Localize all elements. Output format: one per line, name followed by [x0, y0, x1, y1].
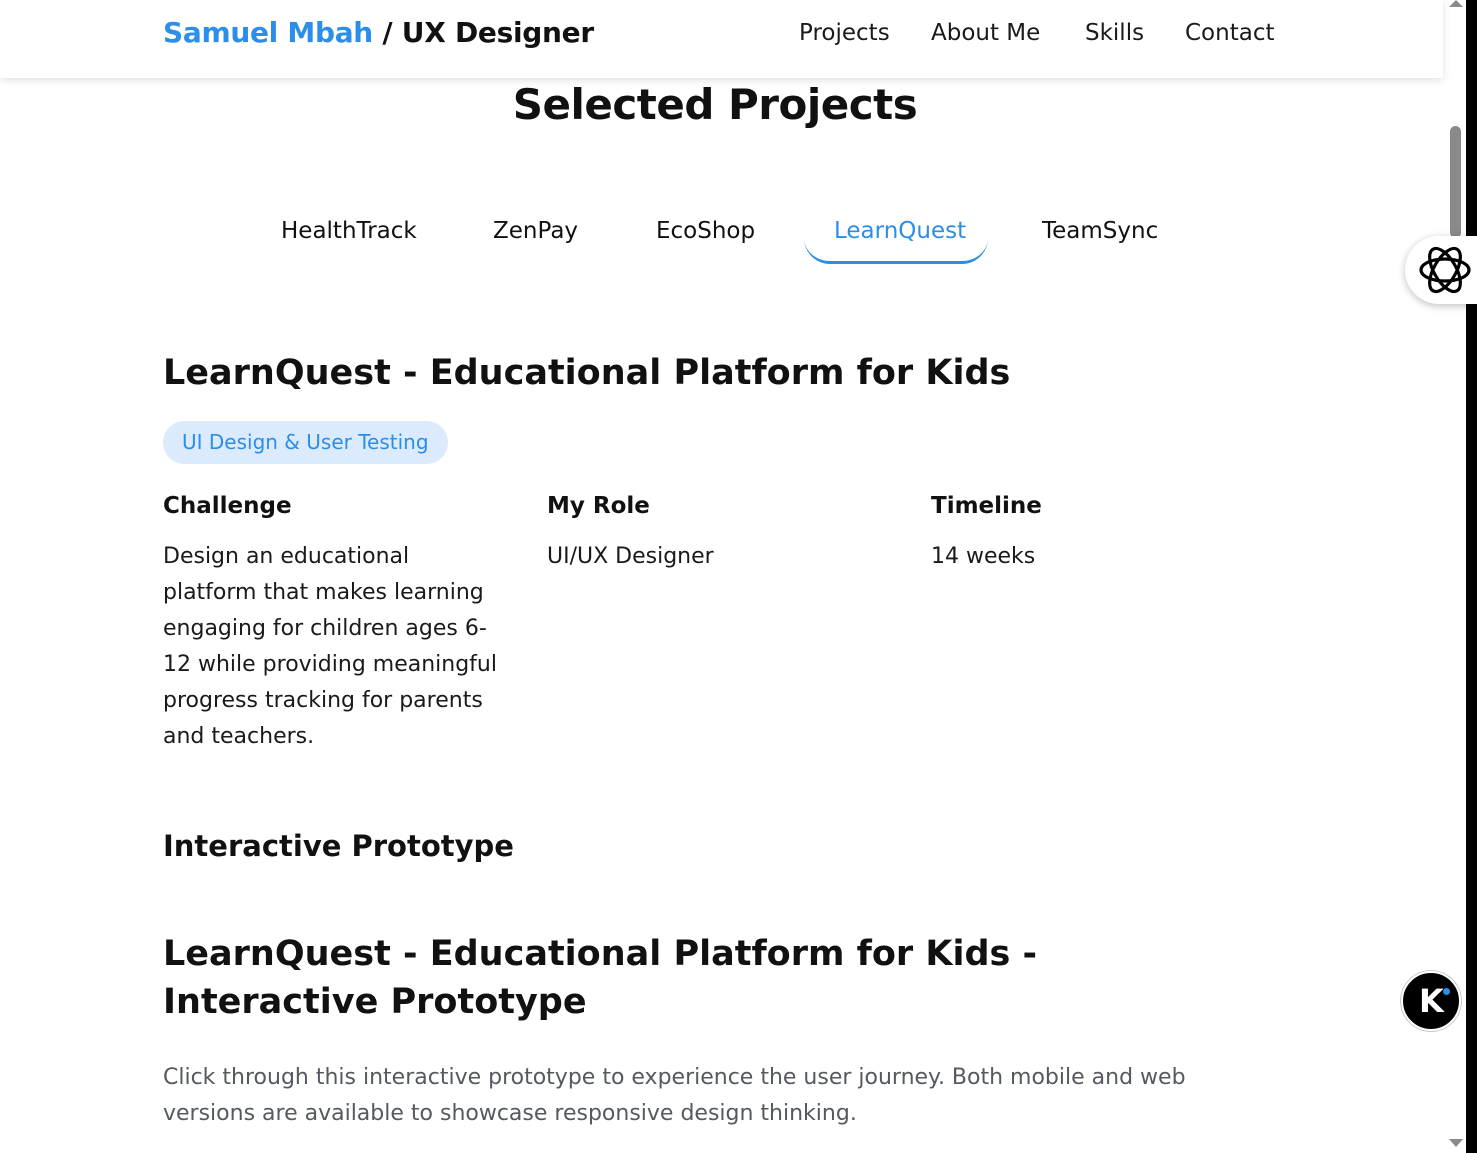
- tab-ecoshop[interactable]: EcoShop: [656, 218, 755, 244]
- nav-projects[interactable]: Projects: [799, 20, 890, 46]
- project-tag-badge: UI Design & User Testing: [163, 421, 448, 464]
- ai-assistant-button[interactable]: [1405, 236, 1477, 304]
- nav-contact[interactable]: Contact: [1185, 20, 1274, 46]
- scroll-down-arrow-icon[interactable]: [1449, 1139, 1463, 1147]
- scrollbar-thumb[interactable]: [1450, 126, 1461, 238]
- brand-role: UX Designer: [401, 16, 594, 49]
- brand-separator: /: [372, 16, 402, 49]
- openai-knot-icon: [1419, 246, 1471, 294]
- role-text: UI/UX Designer: [547, 544, 714, 569]
- challenge-text: Design an educational platform that make…: [163, 544, 497, 749]
- prototype-description: Click through this interactive prototype…: [163, 1065, 1186, 1126]
- scrollbar-edge: [1466, 0, 1477, 1153]
- nav-skills[interactable]: Skills: [1085, 20, 1144, 46]
- active-tab-indicator: [804, 226, 988, 264]
- scroll-up-arrow-icon[interactable]: [1449, 0, 1463, 7]
- role-heading: My Role: [547, 493, 650, 519]
- k-extension-button[interactable]: K: [1401, 971, 1461, 1031]
- nav-about-me[interactable]: About Me: [931, 20, 1040, 46]
- tab-healthtrack[interactable]: HealthTrack: [281, 218, 417, 244]
- tab-teamsync[interactable]: TeamSync: [1042, 218, 1158, 244]
- project-title: LearnQuest - Educational Platform for Ki…: [163, 353, 1011, 393]
- brand[interactable]: Samuel Mbah / UX Designer: [163, 16, 594, 49]
- section-title: Selected Projects: [512, 80, 918, 129]
- prototype-title: LearnQuest - Educational Platform for Ki…: [163, 934, 1038, 1022]
- timeline-text: 14 weeks: [931, 544, 1036, 569]
- prototype-heading: Interactive Prototype: [163, 829, 514, 863]
- site-header: Samuel Mbah / UX Designer Projects About…: [0, 0, 1443, 78]
- challenge-heading: Challenge: [163, 493, 292, 519]
- k-status-dot: [1443, 988, 1450, 995]
- timeline-heading: Timeline: [931, 493, 1042, 519]
- k-letter: K: [1419, 982, 1444, 1020]
- tab-zenpay[interactable]: ZenPay: [493, 218, 578, 244]
- page: Samuel Mbah / UX Designer Projects About…: [0, 0, 1477, 1153]
- brand-name: Samuel Mbah: [163, 16, 373, 49]
